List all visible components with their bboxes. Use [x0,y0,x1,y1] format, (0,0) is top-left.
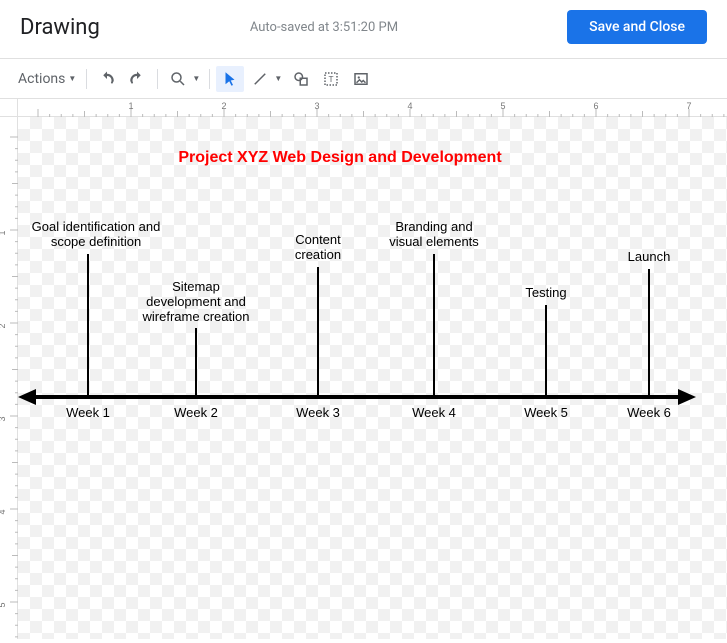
svg-text:creation: creation [295,247,341,262]
zoom-button[interactable] [164,66,192,92]
select-tool-button[interactable] [216,66,244,92]
arrowhead-right-icon [678,389,696,405]
svg-text:Week 5: Week 5 [524,405,568,420]
ruler-corner [0,99,18,117]
separator [86,69,87,89]
horizontal-ruler: 1234567 [18,99,727,117]
svg-text:Week 3: Week 3 [296,405,340,420]
svg-text:Testing: Testing [525,285,566,300]
svg-text:Week 4: Week 4 [412,405,456,420]
actions-menu-button[interactable]: Actions ▼ [14,67,80,91]
svg-text:scope definition: scope definition [51,234,141,249]
redo-button[interactable] [123,66,151,92]
dialog-title: Drawing [20,15,100,40]
shape-icon [292,70,310,88]
drawing-content: Project XYZ Web Design and Development G… [18,117,727,641]
timeline-item: Launch Week 6 [627,249,671,420]
svg-text:Week 2: Week 2 [174,405,218,420]
svg-text:Week 1: Week 1 [66,405,110,420]
textbox-icon: T [322,70,340,88]
svg-text:Content: Content [295,232,341,247]
save-and-close-button[interactable]: Save and Close [567,10,707,44]
svg-text:Goal identification and: Goal identification and [32,219,161,234]
svg-text:T: T [329,75,334,84]
separator [157,69,158,89]
vertical-ruler: 1 2 3 4 5 [0,117,18,639]
separator [209,69,210,89]
svg-text:Sitemap: Sitemap [172,279,220,294]
line-tool-button[interactable] [246,66,274,92]
diagram-title: Project XYZ Web Design and Development [178,149,502,166]
autosave-status: Auto-saved at 3:51:20 PM [250,20,567,35]
svg-text:2: 2 [0,323,7,328]
arrowhead-left-icon [18,389,36,405]
zoom-icon [169,70,187,88]
redo-icon [128,70,146,88]
image-icon [352,70,370,88]
svg-text:3: 3 [0,416,7,421]
timeline-item: Testing Week 5 [524,285,568,420]
svg-text:1: 1 [0,230,7,235]
canvas-area: 1234567 1 2 3 4 5 Project XYZ Web Design and… [0,99,727,639]
undo-icon [98,70,116,88]
timeline-item: Content creation Week 3 [295,232,341,420]
chevron-down-icon: ▼ [68,74,76,83]
undo-button[interactable] [93,66,121,92]
shape-tool-button[interactable] [287,66,315,92]
dialog-header: Drawing Auto-saved at 3:51:20 PM Save an… [0,0,727,59]
svg-text:visual elements: visual elements [389,234,479,249]
drawing-canvas[interactable]: Project XYZ Web Design and Development G… [18,117,727,639]
svg-text:5: 5 [0,602,7,607]
svg-text:wireframe creation: wireframe creation [142,309,250,324]
svg-text:Week 6: Week 6 [627,405,671,420]
image-tool-button[interactable] [347,66,375,92]
line-dropdown[interactable]: ▼ [273,74,283,83]
line-icon [251,70,269,88]
svg-text:Launch: Launch [628,249,671,264]
actions-label: Actions [18,71,65,87]
svg-text:4: 4 [0,509,7,514]
toolbar: Actions ▼ ▼ ▼ T [0,59,727,99]
svg-text:development and: development and [146,294,246,309]
textbox-tool-button[interactable]: T [317,66,345,92]
timeline-item: Branding and visual elements Week 4 [389,219,479,420]
zoom-dropdown[interactable]: ▼ [191,74,201,83]
timeline-item: Goal identification and scope definition… [32,219,161,420]
cursor-icon [221,70,239,88]
svg-text:Branding and: Branding and [395,219,472,234]
